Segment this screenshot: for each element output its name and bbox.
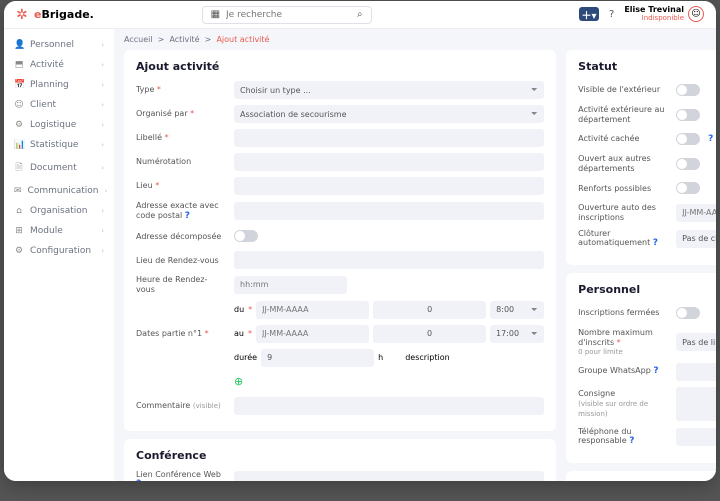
breadcrumb: Accueil > Activité > Ajout activité <box>124 35 706 44</box>
chevron-right-icon: › <box>101 207 104 215</box>
sidebar-item-logistique[interactable]: ⚙Logistique› <box>4 115 114 135</box>
search-box[interactable]: ▦ ⌕ <box>202 6 372 24</box>
sidebar-item-client[interactable]: ☺Client› <box>4 95 114 115</box>
search-input[interactable] <box>226 10 351 20</box>
rdv-heure-input[interactable] <box>234 276 347 294</box>
client-icon: ☺ <box>14 100 24 110</box>
cloture-select[interactable]: Pas de clôture automatique <box>676 230 716 248</box>
rdv-lieu-input[interactable] <box>234 251 544 269</box>
consigne-input[interactable] <box>676 387 716 421</box>
user-menu[interactable]: Elise Trevinal Indisponible ☺ <box>624 6 704 22</box>
tel-input[interactable] <box>676 428 716 446</box>
org-select[interactable]: Association de secourisme <box>234 105 544 123</box>
chevron-right-icon: › <box>101 61 104 69</box>
chevron-right-icon: › <box>101 164 104 172</box>
add-date-icon[interactable]: ⊕ <box>234 375 243 388</box>
chevron-right-icon: › <box>101 121 104 129</box>
topbar: ✲ eBrigade. ▦ ⌕ ＋▾ ? Elise Trevinal Indi… <box>4 1 716 29</box>
day-from-input[interactable] <box>373 301 486 319</box>
whatsapp-input[interactable] <box>676 363 716 381</box>
card-title: Personnel <box>578 283 716 296</box>
crumb-current: Ajout activité <box>216 35 269 44</box>
renfort-toggle[interactable] <box>676 182 700 194</box>
sidebar-item-communication[interactable]: ✉Communication› <box>4 181 114 201</box>
sidebar-item-document[interactable]: 🗎Document› <box>4 155 114 181</box>
closed-toggle[interactable] <box>676 307 700 319</box>
add-button[interactable]: ＋▾ <box>579 7 599 21</box>
help-icon[interactable]: ? <box>629 436 634 446</box>
time-to-select[interactable]: 17:00 <box>490 325 544 343</box>
help-icon[interactable]: ? <box>708 134 713 144</box>
sidebar-item-statistique[interactable]: 📊Statistique› <box>4 135 114 155</box>
card-statut: Statut Visible de l'extérieur Activité e… <box>566 50 716 265</box>
card-conference: Conférence Lien Conférence Web ? Code Co… <box>124 439 556 481</box>
visible-toggle[interactable] <box>676 84 700 96</box>
card-organisateur: Organisateur Client... Non précisé ... N… <box>566 471 716 481</box>
help-icon[interactable]: ? <box>653 366 658 376</box>
date-to-input[interactable] <box>256 325 369 343</box>
crumb-home[interactable]: Accueil <box>124 35 153 44</box>
gear-icon: ⚙ <box>14 120 24 130</box>
time-from-select[interactable]: 8:00 <box>490 301 544 319</box>
module-icon: ⊞ <box>14 226 24 236</box>
card-title: Conférence <box>136 449 544 462</box>
card-activity: Ajout activité Type *Choisir un type ...… <box>124 50 556 431</box>
addr-toggle[interactable] <box>234 230 258 242</box>
sidebar-item-planning[interactable]: 📅Planning› <box>4 75 114 95</box>
sidebar: 👤Personnel› ⬒Activité› 📅Planning› ☺Clien… <box>4 29 114 481</box>
config-icon: ⚙ <box>14 246 24 256</box>
card-personnel: Personnel Inscriptions fermées Nombre ma… <box>566 273 716 463</box>
libelle-input[interactable] <box>234 129 544 147</box>
crumb-activity[interactable]: Activité <box>169 35 199 44</box>
sidebar-item-activite[interactable]: ⬒Activité› <box>4 55 114 75</box>
sidebar-item-module[interactable]: ⊞Module› <box>4 221 114 241</box>
max-select[interactable]: Pas de limite <box>676 333 716 351</box>
comment-input[interactable] <box>234 397 544 415</box>
card-title: Statut <box>578 60 716 73</box>
day-to-input[interactable] <box>373 325 486 343</box>
addr-input[interactable] <box>234 202 544 220</box>
chevron-right-icon: › <box>101 101 104 109</box>
document-icon: 🗎 <box>14 160 24 176</box>
chevron-right-icon: › <box>101 81 104 89</box>
sidebar-item-organisation[interactable]: ⌂Organisation› <box>4 201 114 221</box>
type-select[interactable]: Choisir un type ... <box>234 81 544 99</box>
hidden-toggle[interactable] <box>676 133 700 145</box>
chevron-right-icon: › <box>101 141 104 149</box>
open-toggle[interactable] <box>676 158 700 170</box>
date-from-input[interactable] <box>256 301 369 319</box>
search-icon[interactable]: ⌕ <box>357 9 363 20</box>
chevron-right-icon: › <box>101 41 104 49</box>
activity-icon: ⬒ <box>14 60 24 70</box>
lieu-input[interactable] <box>234 177 544 195</box>
org-icon: ⌂ <box>14 206 24 216</box>
logo[interactable]: ✲ eBrigade. <box>16 8 94 22</box>
person-icon: 👤 <box>14 40 24 50</box>
chevron-right-icon: › <box>101 227 104 235</box>
help-icon[interactable]: ? <box>185 211 190 221</box>
ext-toggle[interactable] <box>676 109 700 121</box>
chevron-right-icon: › <box>104 187 107 195</box>
logo-icon: ✲ <box>16 8 30 22</box>
user-status: Indisponible <box>624 15 684 23</box>
sidebar-item-personnel[interactable]: 👤Personnel› <box>4 35 114 55</box>
conf-link-input[interactable] <box>234 471 544 481</box>
chart-icon: 📊 <box>14 140 24 150</box>
mail-icon: ✉ <box>14 186 22 196</box>
help-icon[interactable]: ? <box>136 479 141 481</box>
chevron-right-icon: › <box>101 247 104 255</box>
card-title: Ajout activité <box>136 60 544 73</box>
avatar[interactable]: ☺ <box>688 6 704 22</box>
open-date-input[interactable] <box>676 204 716 222</box>
calendar-icon: 📅 <box>14 80 24 90</box>
duree-input[interactable] <box>261 349 374 367</box>
help-icon[interactable]: ? <box>653 238 658 248</box>
help-icon[interactable]: ? <box>609 9 614 20</box>
sidebar-item-configuration[interactable]: ⚙Configuration› <box>4 241 114 261</box>
num-input[interactable] <box>234 153 544 171</box>
calendar-icon: ▦ <box>211 9 220 20</box>
